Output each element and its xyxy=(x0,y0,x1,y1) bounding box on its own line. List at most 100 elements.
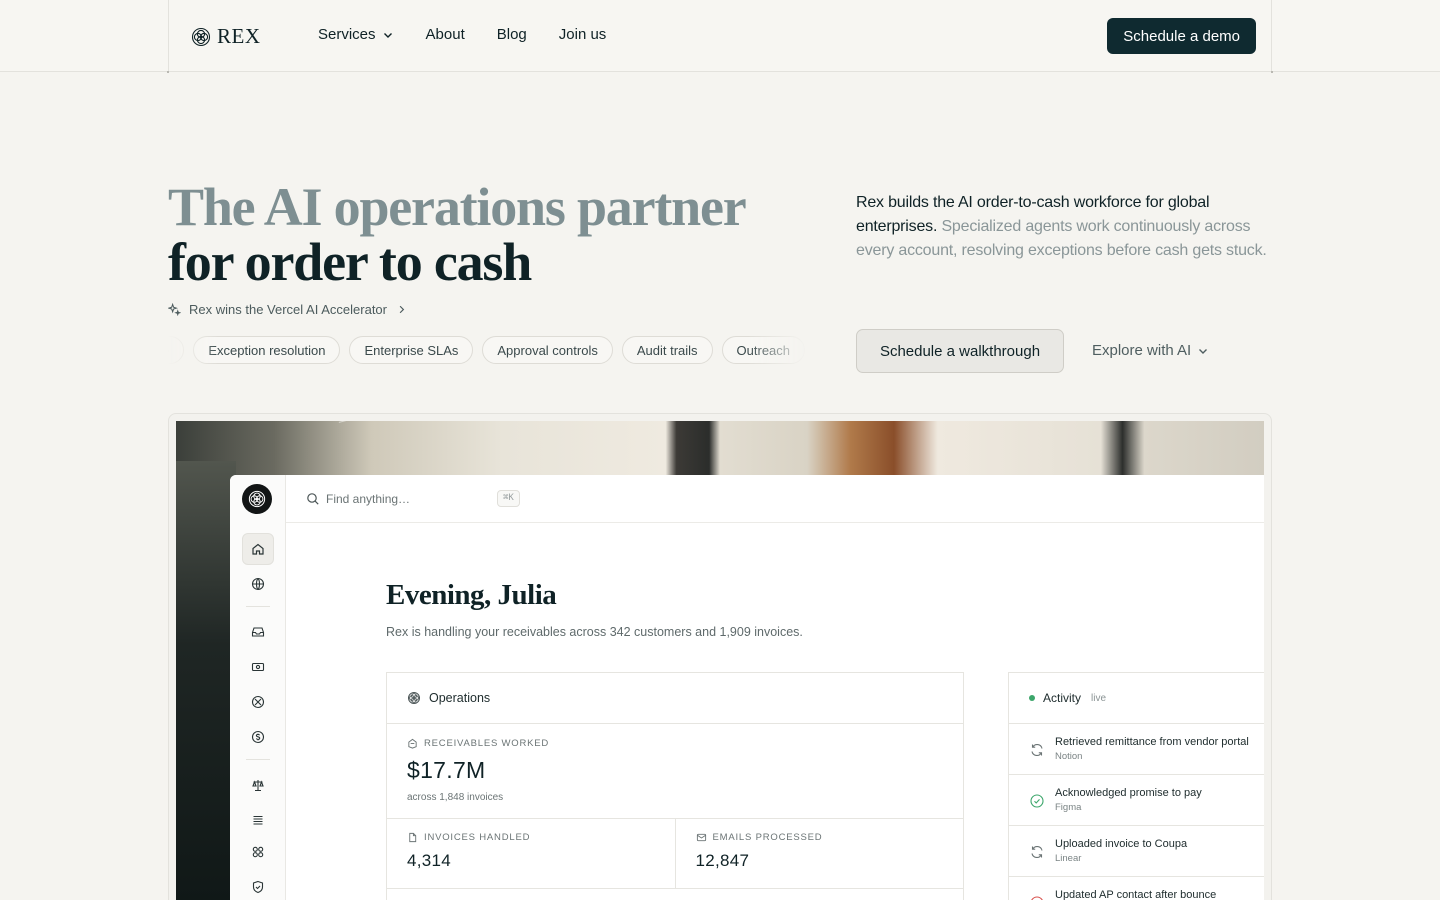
list-icon xyxy=(253,815,263,825)
photo-shadow xyxy=(176,461,236,900)
explore-with-ai-button[interactable]: Explore with AI xyxy=(1092,342,1209,359)
feature-chip: Coverage xyxy=(168,336,185,364)
nav-item-blog[interactable]: Blog xyxy=(497,26,527,43)
app-search-bar: ⌘K xyxy=(286,475,1264,523)
sidebar-item-inbox[interactable] xyxy=(242,616,274,648)
globe-icon xyxy=(251,577,265,591)
metric-emails: Emails processed 12,847 xyxy=(674,819,964,888)
app-logo[interactable] xyxy=(242,484,272,514)
hero-description: Rex builds the AI order-to-cash workforc… xyxy=(856,191,1272,263)
metric-receivables: Receivables worked $17.7M across 1,848 i… xyxy=(387,724,963,819)
explore-with-ai-label: Explore with AI xyxy=(1092,342,1192,359)
activity-item[interactable]: Acknowledged promise to pay Figma xyxy=(1009,775,1264,826)
rex-logo-icon xyxy=(248,490,266,508)
metric-value: 4,314 xyxy=(407,851,452,870)
activity-item[interactable]: Updated AP contact after bounce xyxy=(1009,877,1264,900)
metric-note: across 1,848 invoices xyxy=(407,792,504,803)
schedule-demo-button[interactable]: Schedule a demo xyxy=(1107,18,1256,54)
corner-marker xyxy=(1271,71,1273,73)
nav-item-services[interactable]: Services xyxy=(318,26,394,43)
brand-logo[interactable]: REX xyxy=(191,24,261,49)
metric-label-text: Emails processed xyxy=(712,832,823,843)
corner-marker xyxy=(167,71,169,73)
activity-item-source: Notion xyxy=(1055,751,1083,762)
refresh-icon xyxy=(1031,743,1043,757)
feature-chips: Coverage Exception resolution Enterprise… xyxy=(168,336,806,364)
shield-icon xyxy=(252,880,264,894)
activity-item-title: Retrieved remittance from vendor portal xyxy=(1055,736,1249,748)
live-status-label: live xyxy=(1091,692,1107,704)
metric-label: Emails processed xyxy=(696,832,964,843)
mail-icon xyxy=(696,833,706,842)
banknote-icon xyxy=(251,662,265,672)
activity-item-source: Linear xyxy=(1055,853,1082,864)
search-shortcut: ⌘K xyxy=(497,490,520,507)
feature-chip: Approval controls xyxy=(482,336,613,364)
feature-chip: Exception resolution xyxy=(193,336,341,364)
sidebar-item-home[interactable] xyxy=(242,533,274,565)
metric-value: $17.7M xyxy=(407,757,486,783)
chevron-down-icon xyxy=(383,32,392,38)
greeting-subtitle: Rex is handling your receivables across … xyxy=(386,625,803,639)
sidebar-item-apps[interactable] xyxy=(242,836,274,868)
check-circle-icon xyxy=(1030,794,1044,808)
activity-card: Activity live Retrieved remittance from … xyxy=(1008,672,1264,900)
hero-title-line1: The AI operations partner xyxy=(168,177,747,237)
refresh-icon xyxy=(1031,845,1043,859)
sidebar-item-security[interactable] xyxy=(242,871,274,900)
nav-label-services: Services xyxy=(318,26,376,43)
top-navigation: REX Services About Blog Join us Schedule… xyxy=(0,0,1440,73)
feature-chip-marquee: Coverage Exception resolution Enterprise… xyxy=(168,336,808,366)
activity-title: Activity xyxy=(1043,691,1082,705)
nav-item-join-us[interactable]: Join us xyxy=(559,26,607,43)
hero-title-line2: for order to cash xyxy=(168,232,532,292)
nav-item-about[interactable]: About xyxy=(426,26,465,43)
feature-chip: Outreach xyxy=(721,336,806,364)
metric-row: Invoices handled 4,314 Emails processed … xyxy=(387,819,963,889)
scale-icon xyxy=(252,780,264,792)
activity-item-source: Figma xyxy=(1055,802,1082,813)
metric-value: 12,847 xyxy=(695,851,750,870)
activity-item-title: Updated AP contact after bounce xyxy=(1055,889,1217,900)
dollar-circle-icon xyxy=(251,730,265,744)
search-icon xyxy=(307,493,319,505)
sidebar-item-globe[interactable] xyxy=(242,568,274,600)
activity-item-title: Acknowledged promise to pay xyxy=(1055,787,1202,799)
sidebar-item-ledger[interactable] xyxy=(242,804,274,836)
announcement-text: Rex wins the Vercel AI Accelerator xyxy=(189,302,387,317)
schedule-walkthrough-button[interactable]: Schedule a walkthrough xyxy=(856,329,1064,373)
feature-chip: Audit trails xyxy=(621,336,713,364)
hero-title: The AI operations partner for order to c… xyxy=(168,180,788,290)
feature-chip: Enterprise SLAs xyxy=(349,336,474,364)
brand-name: REX xyxy=(217,24,261,48)
operations-header: Operations xyxy=(387,673,963,724)
photo-line xyxy=(338,421,645,481)
nav-container: REX Services About Blog Join us Schedule… xyxy=(168,0,1272,72)
home-icon xyxy=(252,543,264,555)
sidebar-item-payments[interactable] xyxy=(242,651,274,683)
activity-header: Activity live xyxy=(1009,673,1264,724)
chevron-down-icon xyxy=(1199,348,1208,354)
chevron-right-icon xyxy=(399,305,405,314)
metric-label-text: Invoices handled xyxy=(424,832,531,843)
sidebar-divider xyxy=(246,759,270,760)
nav-label-join-us: Join us xyxy=(558,26,607,43)
alert-circle-icon xyxy=(1031,896,1043,900)
app-sidebar xyxy=(230,475,286,900)
sidebar-item-network[interactable] xyxy=(242,686,274,718)
operations-icon xyxy=(408,692,420,704)
activity-item[interactable]: Uploaded invoice to Coupa Linear xyxy=(1009,826,1264,877)
metric-invoices: Invoices handled 4,314 xyxy=(387,819,675,888)
rex-logo-icon xyxy=(191,27,211,46)
search-input[interactable] xyxy=(326,489,436,509)
nav-label-blog: Blog xyxy=(496,26,527,43)
network-icon xyxy=(251,695,265,709)
activity-item[interactable]: Retrieved remittance from vendor portal … xyxy=(1009,724,1264,775)
metric-label: Invoices handled xyxy=(407,832,675,843)
sidebar-item-billing[interactable] xyxy=(242,721,274,753)
announcement-link[interactable]: Rex wins the Vercel AI Accelerator xyxy=(168,302,408,317)
metric-label: Receivables worked xyxy=(407,738,963,749)
app-preview: ⌘K Evening, Julia Rex is handling your r… xyxy=(230,475,1264,900)
receivables-icon xyxy=(408,738,417,749)
sidebar-item-legal[interactable] xyxy=(242,769,274,801)
